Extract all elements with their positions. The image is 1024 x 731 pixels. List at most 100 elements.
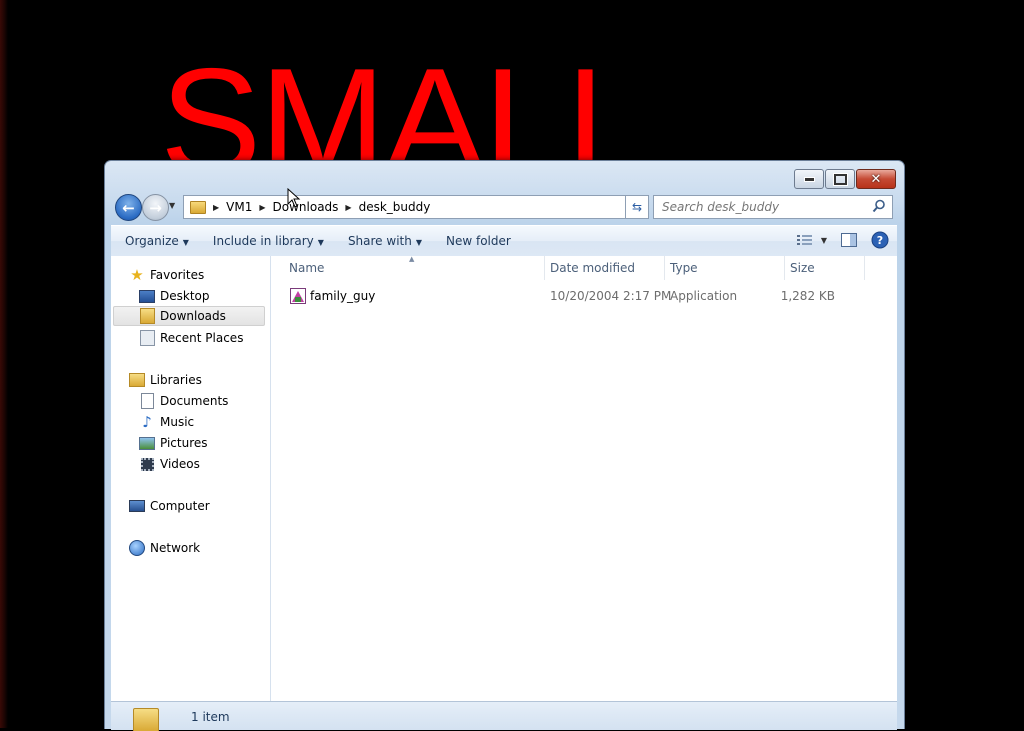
sort-ascending-icon: ▲	[409, 255, 415, 263]
downloads-folder-icon	[139, 308, 155, 324]
column-header-size[interactable]: Size	[790, 261, 815, 275]
nav-desktop[interactable]: Desktop	[139, 286, 210, 306]
share-with-button[interactable]: Share with ▼	[338, 234, 432, 248]
organize-button[interactable]: Organize ▼	[115, 234, 199, 248]
address-bar[interactable]: ▶ VM1 ▶ Downloads ▶ desk_buddy ▼	[183, 195, 649, 219]
application-icon	[290, 288, 306, 304]
computer-icon	[129, 498, 145, 514]
search-box[interactable]	[653, 195, 893, 219]
chevron-down-icon: ▼	[820, 235, 827, 245]
column-divider[interactable]	[864, 256, 865, 280]
nav-network[interactable]: Network	[129, 538, 200, 558]
file-row[interactable]: family_guy 10/20/2004 2:17 PM Applicatio…	[271, 286, 871, 306]
column-divider[interactable]	[784, 256, 785, 280]
help-icon[interactable]: ?	[871, 231, 889, 249]
column-headers: ▲ Name Date modified Type Size	[271, 255, 897, 280]
file-date-modified: 10/20/2004 2:17 PM	[550, 289, 672, 303]
search-input[interactable]	[660, 199, 874, 215]
column-header-type[interactable]: Type	[670, 261, 698, 275]
desktop-icon	[139, 288, 155, 304]
breadcrumb-vm1[interactable]: VM1	[226, 200, 252, 214]
explorer-window[interactable]: ✕ ← → ▼ ▶ VM1 ▶ Downloads ▶ desk_buddy ▼…	[104, 160, 905, 731]
music-icon: ♪	[142, 413, 152, 431]
nav-recent-places-label: Recent Places	[160, 331, 244, 345]
nav-documents-label: Documents	[160, 394, 229, 408]
nav-computer-label: Computer	[150, 499, 210, 513]
nav-computer[interactable]: Computer	[129, 496, 210, 516]
chevron-down-icon: ▼	[415, 238, 422, 247]
nav-documents[interactable]: Documents	[139, 391, 228, 411]
breadcrumb-desk-buddy[interactable]: desk_buddy	[359, 200, 431, 214]
view-details-icon	[796, 235, 812, 245]
share-with-label: Share with	[347, 234, 412, 248]
include-in-library-button[interactable]: Include in library ▼	[203, 234, 334, 248]
nav-videos[interactable]: Videos	[139, 454, 200, 474]
navigation-pane[interactable]: ★ Favorites Desktop Downloads Recent Pla…	[111, 256, 271, 701]
desktop-background-edge	[0, 0, 8, 728]
nav-network-label: Network	[150, 541, 201, 555]
nav-pictures[interactable]: Pictures	[139, 433, 208, 453]
forward-button[interactable]: →	[142, 194, 169, 221]
file-type: Application	[670, 289, 738, 303]
include-in-library-label: Include in library	[212, 234, 314, 248]
nav-downloads[interactable]: Downloads	[113, 306, 265, 326]
column-header-name[interactable]: Name	[289, 261, 324, 275]
item-count: 1 item	[191, 710, 230, 724]
nav-pictures-label: Pictures	[160, 436, 208, 450]
back-button[interactable]: ←	[115, 194, 142, 221]
change-view-button[interactable]: ▼	[796, 234, 827, 246]
organize-label: Organize	[125, 234, 179, 248]
preview-pane-icon[interactable]	[841, 233, 857, 247]
maximize-button[interactable]	[825, 169, 855, 189]
star-icon: ★	[130, 266, 144, 284]
breadcrumb-separator-icon[interactable]: ▶	[345, 203, 351, 212]
refresh-icon: ⇆	[631, 200, 643, 214]
breadcrumb-separator-icon[interactable]: ▶	[213, 203, 219, 212]
network-icon	[129, 540, 145, 556]
file-list[interactable]: ▲ Name Date modified Type Size family_gu…	[271, 255, 897, 701]
navigation-bar: ← → ▼ ▶ VM1 ▶ Downloads ▶ desk_buddy ▼ ⇆	[113, 193, 895, 221]
close-icon: ✕	[870, 171, 882, 187]
nav-music[interactable]: ♪ Music	[139, 412, 194, 432]
folder-icon	[190, 200, 206, 214]
explorer-body: ★ Favorites Desktop Downloads Recent Pla…	[111, 255, 897, 701]
minimize-button[interactable]	[794, 169, 824, 189]
column-header-date-modified[interactable]: Date modified	[550, 261, 635, 275]
forward-arrow-icon: →	[149, 198, 162, 217]
refresh-button[interactable]: ⇆	[625, 195, 649, 219]
nav-favorites[interactable]: ★ Favorites	[129, 265, 204, 285]
libraries-icon	[129, 372, 145, 388]
new-folder-button[interactable]: New folder	[436, 234, 521, 248]
chevron-down-icon: ▼	[182, 238, 189, 247]
svg-text:?: ?	[877, 234, 883, 247]
command-bar: Organize ▼ Include in library ▼ Share with…	[111, 225, 897, 257]
recent-places-icon	[139, 330, 155, 346]
minimize-icon	[803, 176, 815, 182]
documents-icon	[139, 393, 155, 409]
pictures-icon	[139, 435, 155, 451]
nav-favorites-label: Favorites	[150, 268, 205, 282]
status-bar: 1 item	[111, 701, 897, 731]
videos-icon	[139, 456, 155, 472]
search-icon[interactable]	[872, 199, 886, 213]
back-arrow-icon: ←	[122, 198, 135, 217]
view-controls: ▼ ?	[796, 231, 889, 249]
column-divider[interactable]	[664, 256, 665, 280]
mouse-cursor-icon	[287, 188, 301, 208]
nav-music-label: Music	[160, 415, 195, 429]
column-divider[interactable]	[544, 256, 545, 280]
nav-libraries-label: Libraries	[150, 373, 202, 387]
file-size: 1,282 KB	[780, 289, 835, 303]
recent-pages-dropdown[interactable]: ▼	[169, 201, 175, 210]
chevron-down-icon: ▼	[317, 238, 324, 247]
breadcrumb-downloads[interactable]: Downloads	[273, 200, 339, 214]
nav-recent-places[interactable]: Recent Places	[139, 328, 243, 348]
nav-libraries[interactable]: Libraries	[129, 370, 202, 390]
nav-videos-label: Videos	[160, 457, 200, 471]
close-button[interactable]: ✕	[856, 169, 896, 189]
maximize-icon	[833, 173, 847, 185]
file-name[interactable]: family_guy	[310, 289, 375, 303]
nav-downloads-label: Downloads	[160, 309, 226, 323]
breadcrumb-separator-icon[interactable]: ▶	[259, 203, 265, 212]
caption-buttons: ✕	[794, 169, 896, 189]
